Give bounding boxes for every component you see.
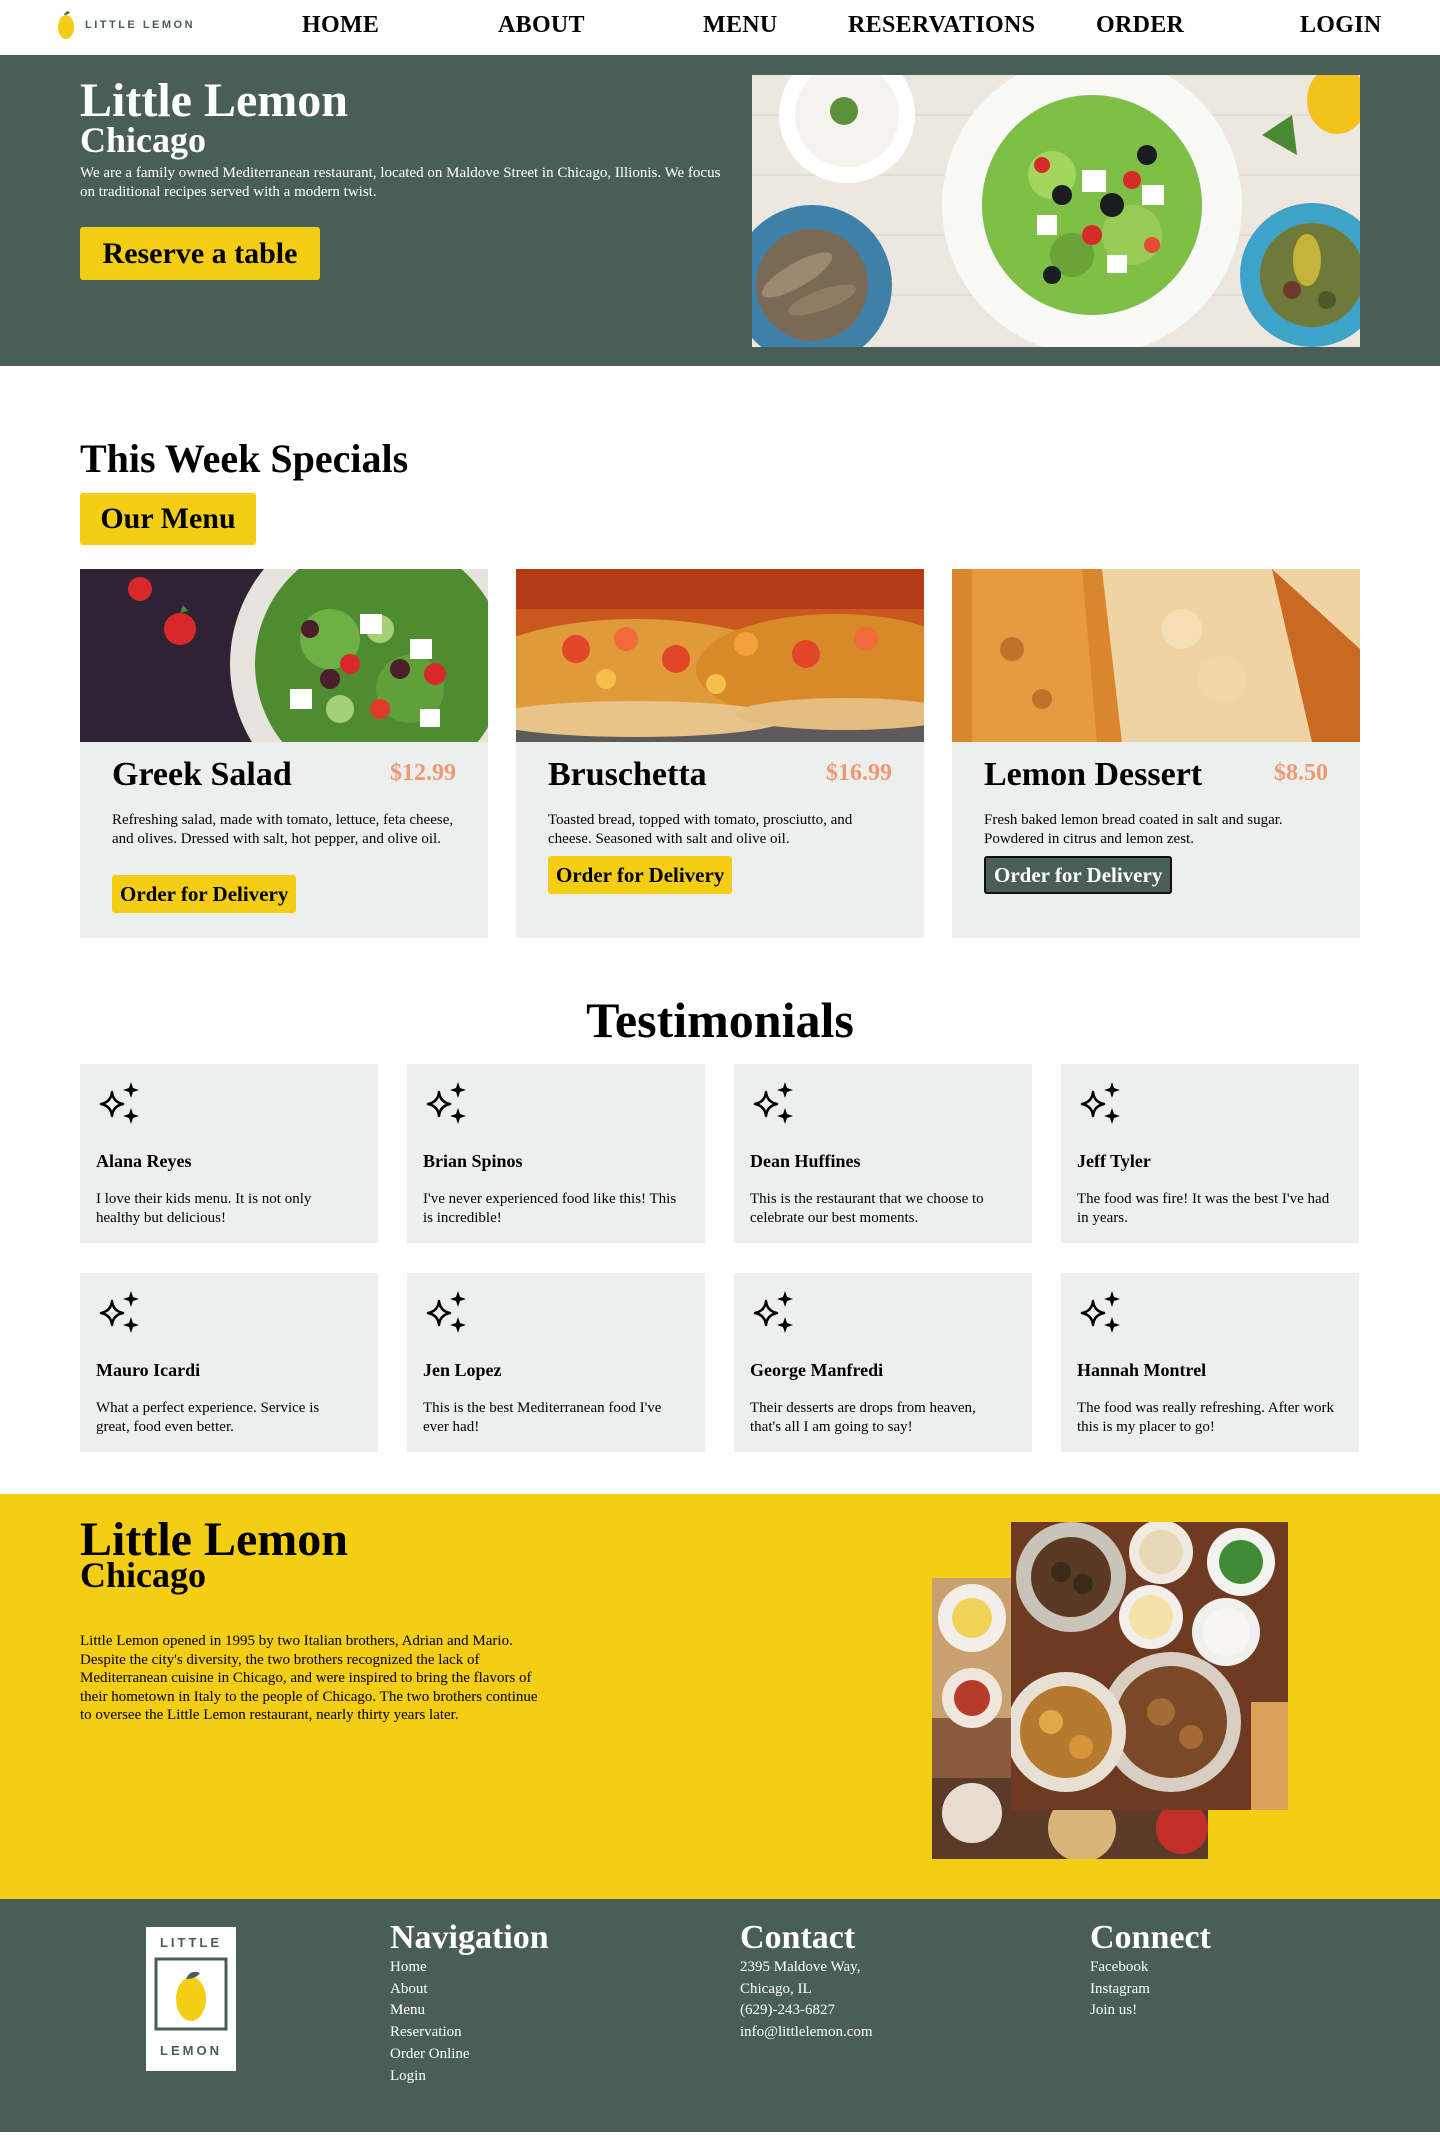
special-name: Lemon Dessert (984, 756, 1203, 793)
special-description: Toasted bread, topped with tomato, prosc… (548, 812, 853, 847)
testimonial-card: Mauro Icardi What a perfect experience. … (80, 1273, 378, 1452)
footer-link-reservation[interactable]: Reservation (390, 2022, 549, 2044)
testimonial-quote: I've never experienced food like this! T… (423, 1191, 677, 1226)
about-image-dishes (1011, 1522, 1288, 1810)
logo-wordmark: LITTLE LEMON (85, 19, 196, 31)
lemon-icon (58, 11, 74, 39)
hero-food-image (752, 75, 1360, 347)
top-navigation: LITTLE LEMON HOME ABOUT MENU RESERVATION… (0, 0, 1440, 55)
footer-contact-phone[interactable]: (629)-243-6827 (740, 2000, 873, 2022)
testimonial-card: Alana Reyes I love their kids menu. It i… (80, 1064, 378, 1243)
testimonial-name: Jeff Tyler (1077, 1151, 1151, 1171)
footer-logo[interactable]: LITTLE LEMON (146, 1927, 236, 2071)
hero-section: Little Lemon Chicago We are a family own… (0, 55, 1440, 366)
footer-logo-text-bottom: LEMON (160, 2043, 222, 2058)
order-delivery-button[interactable]: Order for Delivery (984, 856, 1173, 894)
footer-connect: Connect Facebook Instagram Join us! (1090, 1921, 1211, 2022)
site-footer: LITTLE LEMON Navigation Home About Menu … (0, 1899, 1440, 2132)
about-subtitle: Chicago (80, 1555, 206, 1595)
sparkles-icon (753, 1291, 793, 1333)
testimonial-name: Mauro Icardi (96, 1360, 201, 1380)
special-price: $12.99 (390, 760, 456, 786)
nav-order[interactable]: ORDER (1096, 12, 1184, 39)
sparkles-icon (426, 1291, 466, 1333)
sparkles-icon (99, 1082, 139, 1124)
footer-contact-heading: Contact (740, 1919, 856, 1956)
testimonials-heading: Testimonials (586, 992, 854, 1048)
special-card-greek-salad: Greek Salad $12.99 Refreshing salad, mad… (80, 569, 488, 938)
testimonial-card: Jen Lopez This is the best Mediterranean… (407, 1273, 705, 1452)
footer-navigation-heading: Navigation (390, 1919, 549, 1956)
nav-reservations[interactable]: RESERVATIONS (848, 12, 1035, 39)
testimonial-card: Jeff Tyler The food was fire! It was the… (1061, 1064, 1359, 1243)
sparkles-icon (753, 1082, 793, 1124)
testimonial-quote: Their desserts are drops from heaven, th… (750, 1400, 976, 1435)
special-name: Bruschetta (548, 756, 707, 793)
hero-subtitle: Chicago (80, 120, 206, 160)
hero-title: Little Lemon (80, 74, 348, 127)
footer-contact: Contact 2395 Maldove Way, Chicago, IL (6… (740, 1921, 873, 2044)
testimonial-name: Dean Huffines (750, 1151, 861, 1171)
special-card-lemon-dessert: Lemon Dessert $8.50 Fresh baked lemon br… (952, 569, 1360, 938)
testimonial-name: Alana Reyes (96, 1151, 192, 1171)
special-price: $16.99 (826, 760, 892, 786)
our-menu-button[interactable]: Our Menu (80, 493, 256, 545)
about-text: Little Lemon opened in 1995 by two Itali… (80, 1633, 538, 1723)
testimonial-name: Jen Lopez (423, 1360, 502, 1380)
testimonial-name: Hannah Montrel (1077, 1360, 1207, 1380)
footer-link-about[interactable]: About (390, 1979, 549, 2001)
greek-salad-image (80, 569, 488, 742)
bruschetta-image (516, 569, 924, 742)
sparkles-icon (426, 1082, 466, 1124)
footer-link-home[interactable]: Home (390, 1957, 549, 1979)
footer-link-instagram[interactable]: Instagram (1090, 1979, 1211, 2001)
footer-link-login[interactable]: Login (390, 2066, 549, 2088)
special-card-bruschetta: Bruschetta $16.99 Toasted bread, topped … (516, 569, 924, 938)
specials-heading: This Week Specials (80, 436, 409, 481)
footer-link-join-us[interactable]: Join us! (1090, 2000, 1211, 2022)
special-price: $8.50 (1274, 760, 1328, 786)
order-delivery-button[interactable]: Order for Delivery (112, 875, 297, 913)
sparkles-icon (99, 1291, 139, 1333)
sparkles-icon (1080, 1291, 1120, 1333)
testimonial-name: George Manfredi (750, 1360, 884, 1380)
footer-logo-text-top: LITTLE (159, 1935, 223, 1950)
testimonial-card: Hannah Montrel The food was really refre… (1061, 1273, 1359, 1452)
footer-link-order-online[interactable]: Order Online (390, 2044, 549, 2066)
site-logo[interactable]: LITTLE LEMON (55, 10, 195, 40)
hero-description: We are a family owned Mediterranean rest… (80, 165, 721, 200)
nav-login[interactable]: LOGIN (1300, 12, 1382, 39)
specials-section: This Week Specials Our Menu Greek Salad … (0, 366, 1440, 991)
footer-navigation: Navigation Home About Menu Reservation O… (390, 1921, 549, 2087)
testimonial-card: Brian Spinos I've never experienced food… (407, 1064, 705, 1243)
footer-contact-email[interactable]: info@littlelemon.com (740, 2022, 873, 2044)
reserve-table-button[interactable]: Reserve a table (80, 227, 320, 280)
sparkles-icon (1080, 1082, 1120, 1124)
lemon-dessert-image (952, 569, 1360, 742)
footer-connect-heading: Connect (1090, 1919, 1211, 1956)
nav-menu[interactable]: MENU (703, 12, 778, 39)
special-description: Fresh baked lemon bread coated in salt a… (984, 812, 1283, 847)
special-name: Greek Salad (112, 756, 292, 793)
footer-contact-address-line2: Chicago, IL (740, 1980, 812, 1997)
testimonial-name: Brian Spinos (423, 1151, 523, 1171)
testimonial-quote: This is the best Mediterranean food I've… (423, 1400, 662, 1435)
testimonial-quote: The food was really refreshing. After wo… (1077, 1400, 1334, 1435)
special-description: Refreshing salad, made with tomato, lett… (112, 812, 454, 847)
footer-contact-address-line1: 2395 Maldove Way, (740, 1959, 861, 1975)
about-section: Little Lemon Chicago Little Lemon opened… (0, 1494, 1440, 1899)
footer-link-facebook[interactable]: Facebook (1090, 1957, 1211, 1979)
testimonial-quote: This is the restaurant that we choose to… (750, 1191, 984, 1226)
testimonial-quote: I love their kids menu. It is not only h… (96, 1191, 312, 1226)
order-delivery-button[interactable]: Order for Delivery (548, 856, 733, 894)
testimonial-card: George Manfredi Their desserts are drops… (734, 1273, 1032, 1452)
footer-link-menu[interactable]: Menu (390, 2000, 549, 2022)
testimonial-quote: The food was fire! It was the best I've … (1077, 1191, 1330, 1226)
testimonial-quote: What a perfect experience. Service is gr… (96, 1400, 320, 1435)
testimonial-card: Dean Huffines This is the restaurant tha… (734, 1064, 1032, 1243)
nav-about[interactable]: ABOUT (498, 12, 585, 39)
nav-home[interactable]: HOME (302, 12, 379, 39)
